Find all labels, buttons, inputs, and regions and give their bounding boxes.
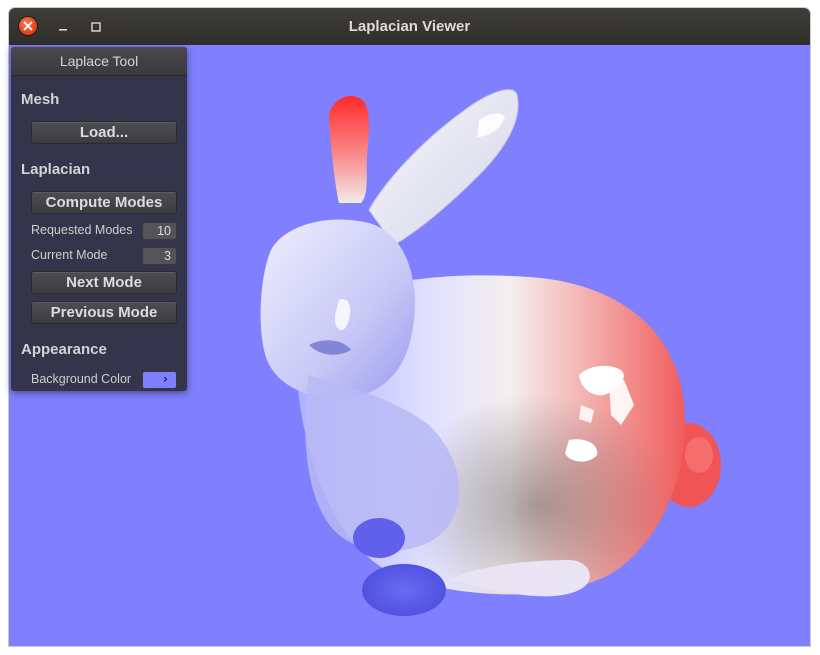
compute-modes-button[interactable]: Compute Modes — [31, 191, 177, 214]
panel-title[interactable]: Laplace Tool — [11, 47, 187, 76]
mesh-section-label: Mesh — [21, 91, 60, 108]
window-title: Laplacian Viewer — [348, 18, 471, 35]
requested-modes-label: Requested Modes — [31, 223, 133, 237]
load-button[interactable]: Load... — [31, 121, 177, 144]
laplace-tool-panel: Laplace Tool Mesh Load... Laplacian Comp… — [11, 47, 187, 391]
laplacian-section-label: Laplacian — [21, 161, 91, 178]
current-mode-input[interactable]: 3 — [142, 247, 177, 265]
current-mode-label: Current Mode — [31, 248, 108, 262]
previous-mode-button[interactable]: Previous Mode — [31, 301, 177, 324]
requested-modes-input[interactable]: 10 — [142, 222, 177, 240]
appearance-section-label: Appearance — [21, 341, 107, 358]
title-bar[interactable]: Laplacian Viewer — [9, 8, 810, 45]
background-color-label: Background Color — [31, 372, 132, 386]
next-mode-button[interactable]: Next Mode — [31, 271, 177, 294]
background-color-picker[interactable]: › — [142, 371, 177, 389]
